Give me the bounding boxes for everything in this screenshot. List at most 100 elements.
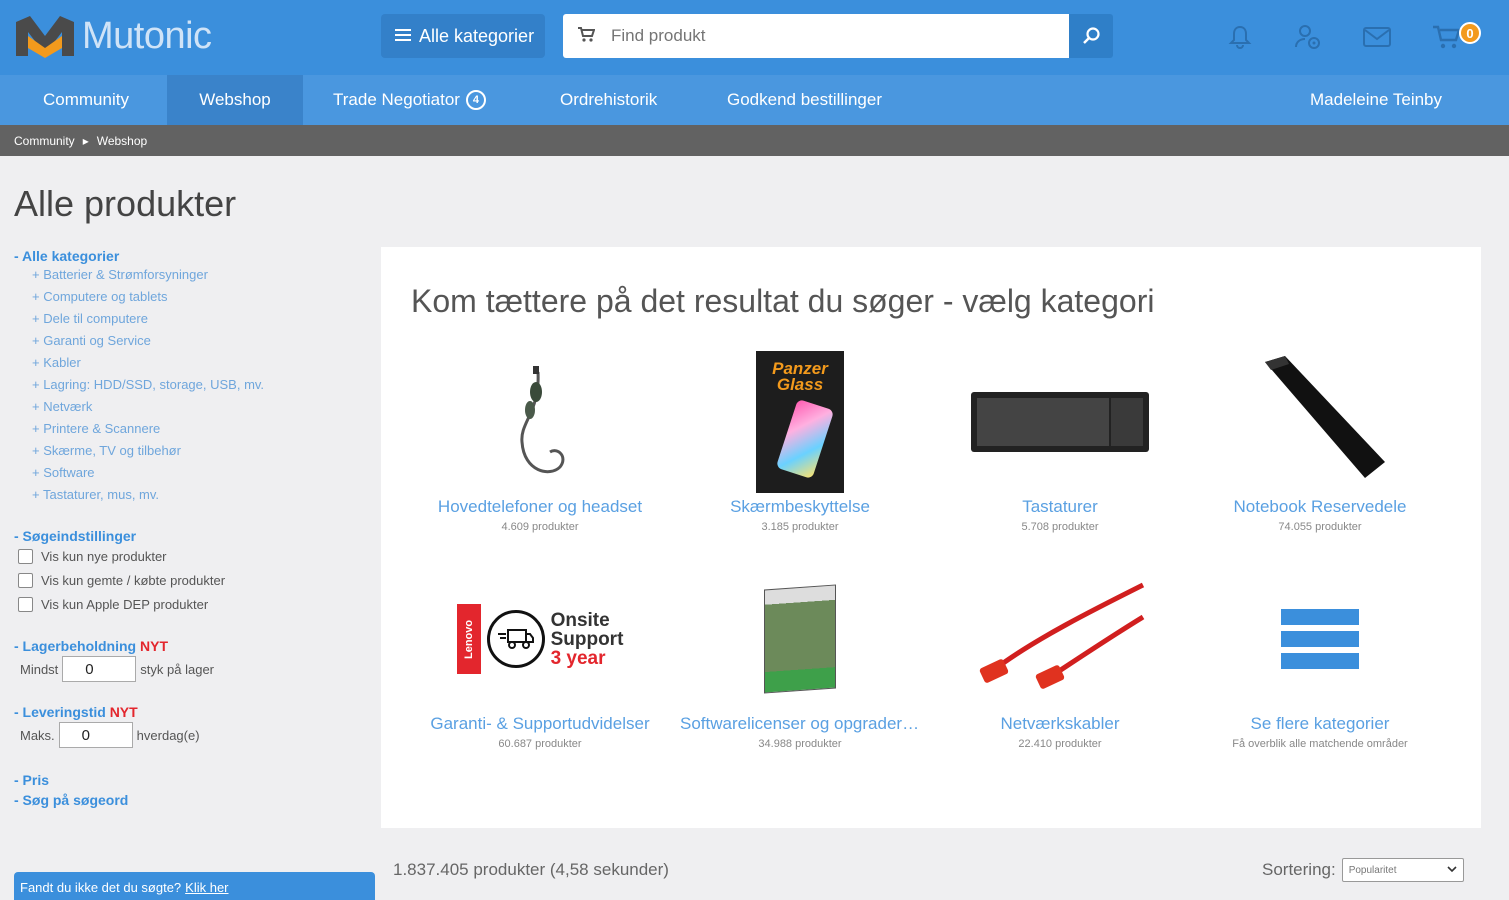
nav-label: Webshop bbox=[199, 90, 271, 109]
category-link[interactable]: + Batterier & Strømforsyninger bbox=[32, 264, 374, 286]
tile-count: 22.410 produkter bbox=[1018, 738, 1102, 750]
checkbox[interactable] bbox=[18, 572, 33, 588]
chevron-down-icon bbox=[1447, 865, 1457, 876]
category-tile-more-categories[interactable]: Se flere kategorier Få overblik alle mat… bbox=[1200, 564, 1440, 750]
tile-name: Se flere kategorier bbox=[1250, 714, 1390, 733]
stock-heading-label: - Lagerbeholdning bbox=[14, 638, 137, 654]
page-title: Alle produkter bbox=[14, 183, 237, 224]
nav-trade-negotiator[interactable]: Trade Negotiator 4 bbox=[333, 75, 486, 125]
support-text: Support bbox=[550, 628, 624, 650]
trade-negotiator-badge: 4 bbox=[465, 90, 486, 110]
delivery-heading-label: - Leveringstid bbox=[14, 704, 106, 720]
nav-webshop[interactable]: Webshop bbox=[167, 75, 303, 125]
tile-name: Softwarelicenser og opgraderi... bbox=[680, 714, 920, 733]
categories-heading[interactable]: - Alle kategorier bbox=[14, 248, 374, 264]
shopping-cart-icon bbox=[1433, 25, 1461, 49]
tile-name: Notebook Reservedele bbox=[1233, 497, 1407, 516]
max-delivery-input[interactable]: 0 bbox=[58, 722, 133, 748]
stock-prefix: Mindst bbox=[20, 661, 59, 677]
tile-name: Garanti- & Supportudvidelser bbox=[430, 714, 650, 733]
sort-value: Popularitet bbox=[1348, 864, 1397, 876]
category-tile-warranty[interactable]: Lenovo Onsite Support 3 year Garanti- & … bbox=[420, 564, 660, 750]
checkbox[interactable] bbox=[18, 596, 33, 612]
brand-logo[interactable]: Mutonic bbox=[14, 14, 212, 58]
nav-approve-orders[interactable]: Godkend bestillinger bbox=[727, 75, 882, 125]
onsite-text: Onsite bbox=[550, 609, 610, 631]
panzerglass-image: Panzer Glass bbox=[680, 347, 920, 497]
filter-apple-dep[interactable]: Vis kun Apple DEP produkter bbox=[18, 592, 374, 616]
keyword-heading[interactable]: - Søg på søgeord bbox=[14, 792, 374, 808]
category-tile-keyboards[interactable]: Tastaturer 5.708 produkter bbox=[940, 347, 1180, 533]
category-tile-headphones[interactable]: Hovedtelefoner og headset 4.609 produkte… bbox=[420, 347, 660, 533]
delivery-heading[interactable]: - Leveringstid NYT bbox=[14, 704, 374, 720]
delivery-suffix: hverdag(e) bbox=[136, 727, 200, 743]
category-link[interactable]: + Kabler bbox=[32, 352, 374, 374]
breadcrumb-webshop[interactable]: Webshop bbox=[97, 134, 147, 148]
all-categories-button[interactable]: Alle kategorier bbox=[381, 14, 545, 58]
category-link[interactable]: + Garanti og Service bbox=[32, 330, 374, 352]
price-heading[interactable]: - Pris bbox=[14, 772, 374, 788]
category-link[interactable]: + Dele til computere bbox=[32, 308, 374, 330]
checkbox[interactable] bbox=[18, 548, 33, 564]
user-name: Madeleine Teinby bbox=[1310, 90, 1442, 109]
breadcrumb-community[interactable]: Community bbox=[14, 134, 75, 148]
category-link[interactable]: + Printere & Scannere bbox=[32, 418, 374, 440]
min-stock-input[interactable]: 0 bbox=[62, 656, 137, 682]
user-settings-button[interactable] bbox=[1293, 22, 1323, 52]
category-tile-software-licenses[interactable]: Softwarelicenser og opgraderi... 34.988 … bbox=[680, 564, 920, 750]
tile-count: 74.055 produkter bbox=[1278, 521, 1362, 533]
three-year-text: 3 year bbox=[550, 647, 606, 669]
category-tile-screen-protection[interactable]: Panzer Glass Skærmbeskyttelse 3.185 prod… bbox=[680, 347, 920, 533]
category-link[interactable]: + Software bbox=[32, 462, 374, 484]
feedback-text: Fandt du ikke det du søgte? bbox=[20, 880, 182, 895]
all-categories-label: Alle kategorier bbox=[419, 25, 535, 46]
category-link[interactable]: + Tastaturer, mus, mv. bbox=[32, 484, 374, 506]
delivery-prefix: Maks. bbox=[20, 727, 55, 743]
filter-new-only[interactable]: Vis kun nye produkter bbox=[18, 544, 374, 568]
search-icon bbox=[1083, 27, 1100, 44]
notifications-button[interactable] bbox=[1225, 22, 1255, 52]
nav-label: Godkend bestillinger bbox=[727, 90, 882, 109]
nav-order-history[interactable]: Ordrehistorik bbox=[560, 75, 657, 125]
sort-control: Sortering: Popularitet bbox=[1262, 858, 1464, 882]
search-settings-heading[interactable]: - Søgeindstillinger bbox=[14, 528, 374, 544]
top-header: Mutonic Alle kategorier 0 bbox=[0, 0, 1509, 75]
battery-image bbox=[1200, 347, 1440, 497]
mail-icon bbox=[1363, 27, 1391, 47]
feedback-link[interactable]: Klik her bbox=[185, 880, 228, 895]
tile-count: 60.687 produkter bbox=[498, 738, 582, 750]
breadcrumb: Community ▸ Webshop bbox=[0, 125, 1509, 156]
sort-label: Sortering: bbox=[1262, 860, 1336, 879]
tile-count: 3.185 produkter bbox=[761, 521, 839, 533]
nav-label: Community bbox=[43, 90, 129, 109]
more-categories-icon bbox=[1200, 564, 1440, 714]
checkbox-label: Vis kun nye produkter bbox=[41, 548, 167, 564]
category-link[interactable]: + Lagring: HDD/SSD, storage, USB, mv. bbox=[32, 374, 374, 396]
category-tile-notebook-parts[interactable]: Notebook Reservedele 74.055 produkter bbox=[1200, 347, 1440, 533]
messages-button[interactable] bbox=[1362, 22, 1392, 52]
search-button[interactable] bbox=[1069, 14, 1113, 58]
panel-title: Kom tættere på det resultat du søger - v… bbox=[411, 283, 1155, 319]
category-link[interactable]: + Skærme, TV og tilbehør bbox=[32, 440, 374, 462]
category-tile-network-cables[interactable]: Netværkskabler 22.410 produkter bbox=[940, 564, 1180, 750]
cart-count-badge: 0 bbox=[1459, 22, 1481, 44]
sort-select[interactable]: Popularitet bbox=[1341, 858, 1464, 882]
tile-name: Skærmbeskyttelse bbox=[730, 497, 870, 516]
search-input[interactable] bbox=[611, 26, 1031, 46]
nav-user-name[interactable]: Madeleine Teinby bbox=[1310, 75, 1442, 125]
new-tag: NYT bbox=[140, 638, 168, 654]
bell-icon bbox=[1228, 25, 1252, 49]
category-panel: Kom tættere på det resultat du søger - v… bbox=[381, 247, 1481, 828]
user-gear-icon bbox=[1295, 25, 1320, 49]
checkbox-label: Vis kun gemte / købte produkter bbox=[41, 572, 226, 588]
cart-small-icon bbox=[577, 26, 596, 47]
category-link[interactable]: + Netværk bbox=[32, 396, 374, 418]
brand-name: Mutonic bbox=[82, 14, 212, 57]
search-box bbox=[563, 14, 1069, 58]
category-link[interactable]: + Computere og tablets bbox=[32, 286, 374, 308]
filter-saved-bought[interactable]: Vis kun gemte / købte produkter bbox=[18, 568, 374, 592]
stock-heading[interactable]: - Lagerbeholdning NYT bbox=[14, 638, 374, 654]
nav-community[interactable]: Community bbox=[43, 75, 129, 125]
tile-count: 34.988 produkter bbox=[758, 738, 842, 750]
software-box-image bbox=[680, 564, 920, 714]
